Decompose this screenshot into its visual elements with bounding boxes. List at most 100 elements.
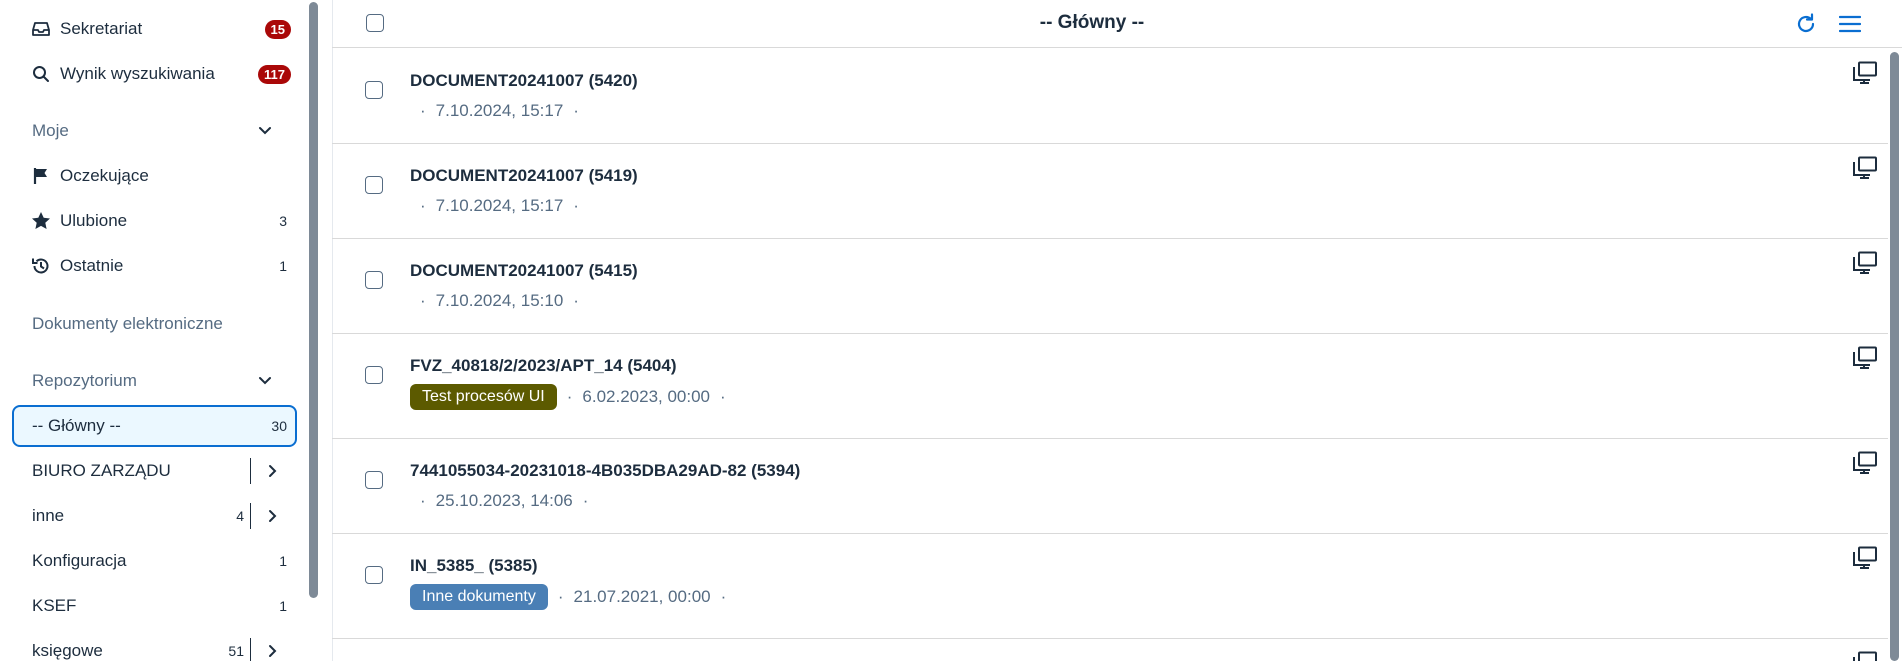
chevron-right-icon[interactable] (265, 463, 281, 479)
repo-item-inne[interactable]: inne 4 (12, 496, 297, 536)
sidebar-item-label: Ulubione (60, 211, 128, 230)
separator-dot: · (420, 101, 426, 120)
sidebar-item-search-results[interactable]: Wynik wyszukiwania 117 (12, 54, 297, 94)
chevron-down-icon (255, 371, 275, 391)
repo-item-konfiguracja[interactable]: Konfiguracja 1 (12, 541, 297, 581)
repo-item-label: KSEF (32, 596, 77, 615)
divider (250, 503, 251, 529)
document-title: DOCUMENT20241007 (5420) (410, 71, 638, 90)
inbox-icon (30, 18, 52, 40)
desktop-icon[interactable] (1852, 346, 1878, 370)
desktop-icon[interactable] (1852, 156, 1878, 180)
category-tag[interactable]: Test procesów UI (410, 384, 557, 410)
item-count: 51 (228, 643, 244, 659)
document-list-item[interactable]: DOCUMENT20241007 (5420) · 7.10.2024, 15:… (332, 49, 1888, 144)
document-meta: · 25.10.2023, 14:06 · (410, 491, 598, 511)
separator-dot: · (582, 491, 589, 510)
group-header-label: Repozytorium (32, 371, 137, 390)
list-toolbar: -- Główny -- (332, 0, 1902, 48)
document-list-item[interactable]: FVZ_40818/2/2023/APT_14 (5404) Test proc… (332, 334, 1888, 439)
desktop-icon[interactable] (1852, 451, 1878, 475)
sidebar-scrollbar[interactable] (309, 2, 318, 598)
sidebar-item-electronic-documents[interactable]: Dokumenty elektroniczne (32, 314, 223, 334)
count-badge: 117 (258, 64, 291, 84)
group-header-label: Moje (32, 121, 69, 140)
document-list-item[interactable]: IN_5385_ (5385) Inne dokumenty · 21.07.2… (332, 534, 1888, 639)
document-title: FVZ_40818/2/2023/APT_14 (5404) (410, 356, 677, 375)
document-date: 6.02.2023, 00:00 (582, 387, 711, 406)
sidebar-item-oczekujace[interactable]: Oczekujące (12, 156, 297, 196)
document-title: 7441055034-20231018-4B035DBA29AD-82 (539… (410, 461, 801, 480)
item-checkbox[interactable] (365, 81, 383, 99)
document-title: DOCUMENT20241007 (5419) (410, 166, 638, 185)
item-count: 30 (271, 418, 287, 434)
document-meta: · 7.10.2024, 15:17 · (410, 196, 589, 216)
count-badge: 15 (264, 19, 291, 39)
item-checkbox[interactable] (365, 366, 383, 384)
document-date: 7.10.2024, 15:10 (435, 291, 564, 310)
category-tag[interactable]: Inne dokumenty (410, 584, 548, 610)
sidebar-item-label: Sekretariat (60, 19, 143, 38)
item-checkbox[interactable] (365, 176, 383, 194)
desktop-icon[interactable] (1852, 61, 1878, 85)
item-count: 4 (236, 508, 244, 524)
document-list-item[interactable] (332, 639, 1888, 661)
desktop-icon[interactable] (1852, 251, 1878, 275)
desktop-icon[interactable] (1852, 546, 1878, 570)
list-title: -- Główny -- (1039, 12, 1145, 33)
repo-item-ksef[interactable]: KSEF 1 (12, 586, 297, 626)
sidebar-item-ostatnie[interactable]: Ostatnie 1 (12, 246, 297, 286)
item-checkbox[interactable] (365, 566, 383, 584)
repo-item-label: księgowe (32, 641, 103, 660)
separator-dot: · (720, 387, 726, 406)
document-title: DOCUMENT20241007 (5415) (410, 261, 638, 280)
divider (250, 638, 251, 661)
sidebar-item-ulubione[interactable]: Ulubione 3 (12, 201, 297, 241)
menu-icon[interactable] (1837, 11, 1863, 37)
document-list-item[interactable]: DOCUMENT20241007 (5419) · 7.10.2024, 15:… (332, 144, 1888, 239)
separator-dot: · (557, 587, 564, 606)
repo-item-label: inne (32, 506, 65, 525)
document-meta: Inne dokumenty · 21.07.2021, 00:00 · (410, 584, 736, 610)
group-header-repozytorium[interactable]: Repozytorium (12, 361, 297, 401)
separator-dot: · (420, 491, 426, 510)
repo-item-ksiegowe[interactable]: księgowe 51 (12, 631, 297, 661)
repo-item-label: Konfiguracja (32, 551, 127, 570)
star-icon (30, 210, 52, 232)
sidebar-item-label: Wynik wyszukiwania (60, 64, 215, 83)
desktop-icon[interactable] (1852, 651, 1878, 661)
separator-dot: · (720, 587, 727, 606)
separator-dot: · (566, 387, 573, 406)
separator-dot: · (573, 196, 579, 215)
search-icon (30, 63, 52, 85)
document-meta: · 7.10.2024, 15:10 · (410, 291, 589, 311)
group-header-moje[interactable]: Moje (12, 111, 297, 151)
sidebar-item-sekretariat[interactable]: Sekretariat 15 (12, 9, 297, 49)
chevron-right-icon[interactable] (265, 643, 281, 659)
sidebar-item-label: Ostatnie (60, 256, 124, 275)
list-scrollbar[interactable] (1890, 52, 1899, 661)
repo-item-biuro-zarzadu[interactable]: BIURO ZARZĄDU (12, 451, 297, 491)
document-list-item[interactable]: 7441055034-20231018-4B035DBA29AD-82 (539… (332, 439, 1888, 534)
separator-dot: · (573, 291, 579, 310)
document-title: IN_5385_ (5385) (410, 556, 538, 575)
chevron-right-icon[interactable] (265, 508, 281, 524)
item-checkbox[interactable] (365, 471, 383, 489)
document-date: 25.10.2023, 14:06 (435, 491, 573, 510)
separator-dot: · (573, 101, 579, 120)
item-count: 1 (279, 553, 287, 569)
document-list-panel: -- Główny -- DOCUMENT20241007 (5420) · 7… (332, 0, 1902, 661)
repo-item-label: -- Główny -- (32, 416, 121, 435)
item-count: 3 (279, 213, 287, 229)
sidebar-item-label: Oczekujące (60, 166, 149, 185)
document-date: 7.10.2024, 15:17 (435, 196, 564, 215)
sidebar: Sekretariat 15 Wynik wyszukiwania 117 Mo… (0, 0, 318, 661)
item-checkbox[interactable] (365, 271, 383, 289)
repo-item-glowny[interactable]: -- Główny -- 30 (12, 405, 297, 447)
document-list-item[interactable]: DOCUMENT20241007 (5415) · 7.10.2024, 15:… (332, 239, 1888, 334)
document-meta: · 7.10.2024, 15:17 · (410, 101, 589, 121)
refresh-icon[interactable] (1793, 11, 1819, 37)
separator-dot: · (420, 196, 426, 215)
history-icon (30, 255, 52, 277)
document-meta: Test procesów UI · 6.02.2023, 00:00 · (410, 384, 736, 410)
